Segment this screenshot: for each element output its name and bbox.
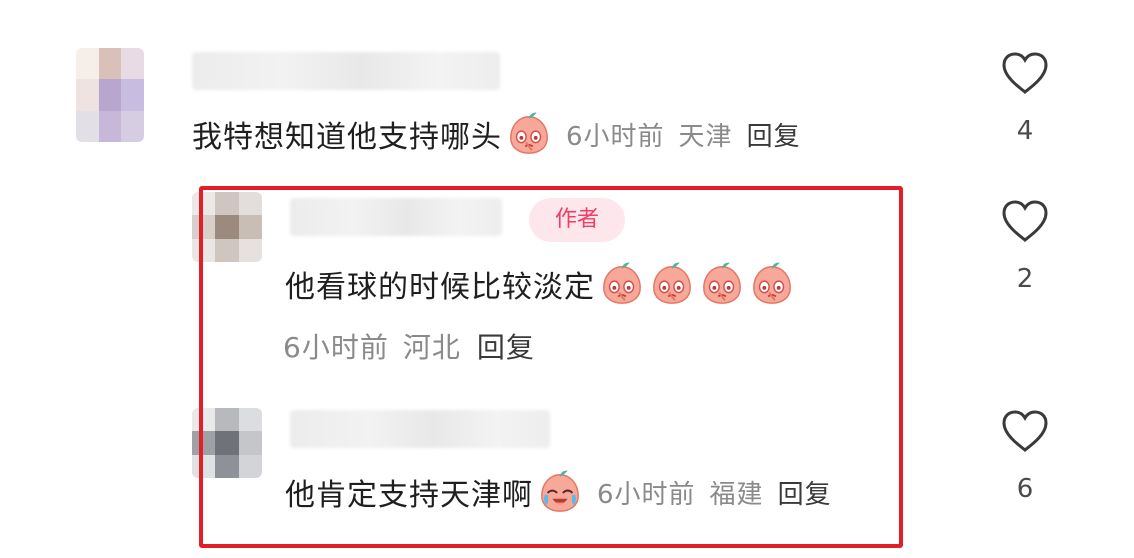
like-button[interactable]: 4: [990, 50, 1060, 146]
comment-row: 我特想知道他支持哪头 6小时前 天津 回复: [192, 106, 801, 162]
heart-outline-icon[interactable]: [1000, 50, 1050, 96]
like-count: 6: [1016, 474, 1034, 504]
like-button[interactable]: 2: [990, 198, 1060, 294]
highlight-frame: [199, 186, 903, 548]
like-count: 2: [1016, 264, 1034, 294]
heart-outline-icon[interactable]: [1000, 198, 1050, 244]
comment-text: 我特想知道他支持哪头: [192, 120, 502, 155]
avatar[interactable]: [76, 48, 144, 142]
username-blurred[interactable]: [192, 52, 500, 90]
like-button[interactable]: 6: [990, 408, 1060, 504]
heart-outline-icon[interactable]: [1000, 408, 1050, 454]
comment-location: 天津: [678, 121, 733, 152]
like-count: 4: [1016, 116, 1034, 146]
reply-button[interactable]: 回复: [747, 116, 801, 153]
comment-time: 6小时前: [566, 121, 665, 152]
blushing-peach-face-icon: [510, 112, 548, 154]
